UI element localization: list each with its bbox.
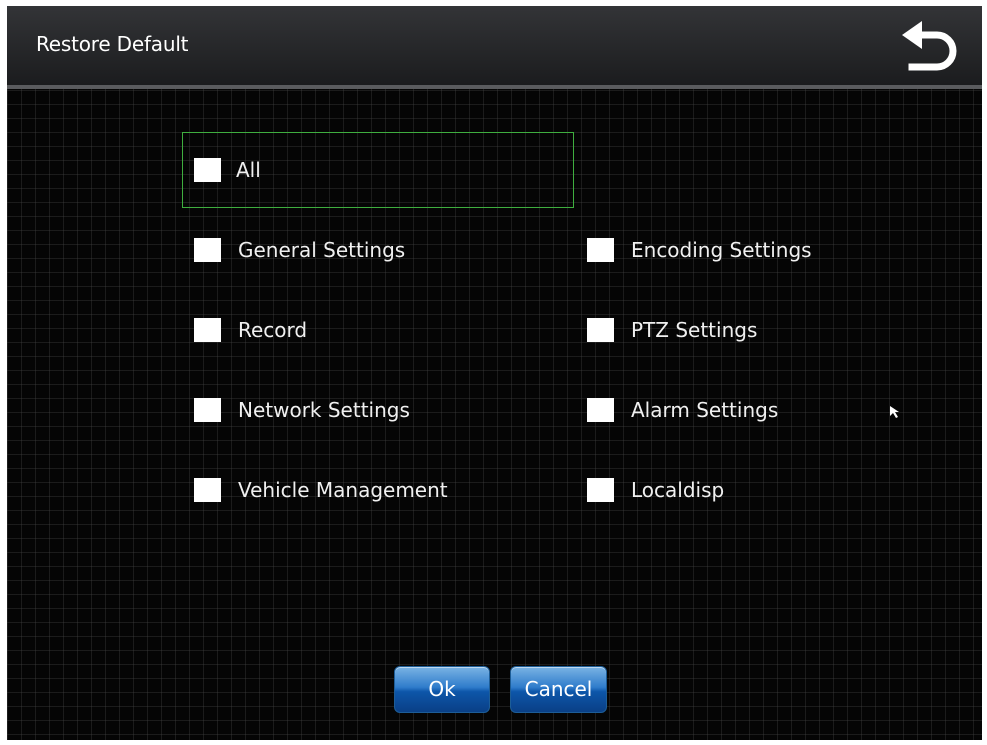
checkbox-encoding-settings[interactable]: Encoding Settings [587,234,812,266]
checkbox-ptz-settings-label: PTZ Settings [631,318,758,342]
checkbox-localdisp-label: Localdisp [631,478,725,502]
checkbox-vehicle-management-box[interactable] [194,478,221,502]
checkbox-general-settings-label: General Settings [238,238,406,262]
checkbox-ptz-settings-box[interactable] [587,318,614,342]
page-title: Restore Default [36,32,189,56]
checkbox-all-label: All [236,158,261,182]
checkbox-record-box[interactable] [194,318,221,342]
checkbox-vehicle-management[interactable]: Vehicle Management [194,474,448,506]
ok-button[interactable]: Ok [394,666,490,713]
return-arrow-icon [902,21,957,71]
checkbox-general-settings[interactable]: General Settings [194,234,405,266]
mouse-cursor-icon [890,406,899,418]
cancel-button[interactable]: Cancel [510,666,607,713]
restore-default-screen: Restore Default All General Settings Enc… [7,6,982,740]
checkbox-record[interactable]: Record [194,314,307,346]
checkbox-vehicle-management-label: Vehicle Management [238,478,448,502]
checkbox-alarm-settings[interactable]: Alarm Settings [587,394,778,426]
checkbox-all-box[interactable] [194,158,221,182]
checkbox-record-label: Record [238,318,308,342]
checkbox-alarm-settings-label: Alarm Settings [631,398,779,422]
back-button[interactable] [897,18,963,78]
checkbox-network-settings-box[interactable] [194,398,221,422]
checkbox-network-settings-label: Network Settings [238,398,410,422]
checkbox-encoding-settings-box[interactable] [587,238,614,262]
title-bar: Restore Default [7,6,982,89]
checkbox-ptz-settings[interactable]: PTZ Settings [587,314,757,346]
checkbox-network-settings[interactable]: Network Settings [194,394,410,426]
checkbox-encoding-settings-label: Encoding Settings [631,238,812,262]
checkbox-all[interactable]: All [194,154,261,186]
checkbox-localdisp[interactable]: Localdisp [587,474,724,506]
checkbox-localdisp-box[interactable] [587,478,614,502]
checkbox-general-settings-box[interactable] [194,238,221,262]
checkbox-alarm-settings-box[interactable] [587,398,614,422]
